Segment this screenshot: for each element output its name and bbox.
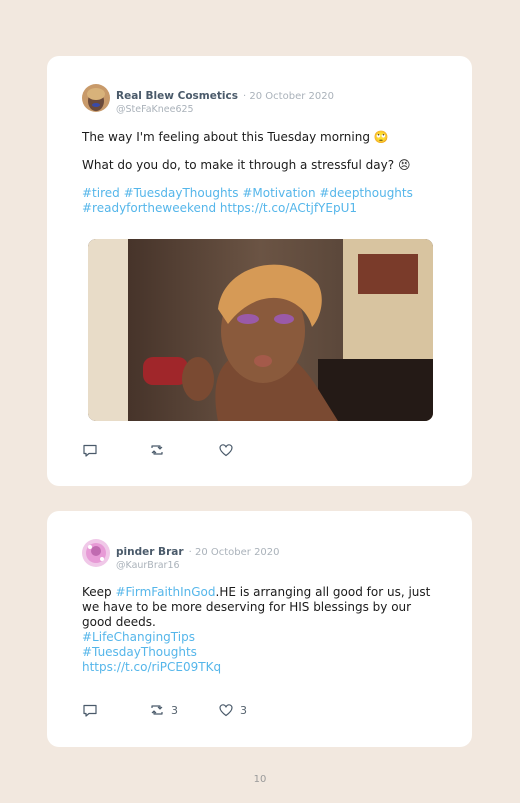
reply-icon bbox=[83, 444, 97, 457]
like-button[interactable]: 3 bbox=[218, 702, 247, 718]
reply-button[interactable] bbox=[82, 442, 104, 458]
heart-icon bbox=[219, 704, 233, 717]
like-button[interactable] bbox=[218, 442, 240, 458]
tweet-card-2: pinder Brar · 20 October 2020 @KaurBrar1… bbox=[47, 511, 472, 747]
retweet-icon bbox=[151, 705, 163, 715]
tweet-card-1: Real Blew Cosmetics · 20 October 2020 @S… bbox=[47, 56, 472, 486]
retweet-button[interactable] bbox=[149, 442, 171, 458]
hashtag-link-line[interactable]: #readyfortheweekend https://t.co/ACtjfYE… bbox=[82, 201, 432, 216]
tweet-text: Keep #FirmFaithInGod.HE is arranging all… bbox=[82, 585, 432, 675]
avatar[interactable] bbox=[82, 84, 110, 112]
retweet-button[interactable]: 3 bbox=[149, 702, 178, 718]
reply-icon bbox=[83, 704, 97, 717]
like-count: 3 bbox=[240, 703, 247, 717]
avatar[interactable] bbox=[82, 539, 110, 567]
tweet-link[interactable]: https://t.co/riPCE09TKq bbox=[82, 660, 432, 675]
author-handle[interactable]: @KaurBrar16 bbox=[116, 560, 280, 571]
hashtag-line[interactable]: #tired #TuesdayThoughts #Motivation #dee… bbox=[82, 186, 432, 201]
eye-roll-emoji: 🙄 bbox=[373, 130, 389, 144]
tweet-line: The way I'm feeling about this Tuesday m… bbox=[82, 130, 370, 144]
persevere-emoji: 😣 bbox=[397, 158, 411, 172]
tweet-text: The way I'm feeling about this Tuesday m… bbox=[82, 130, 432, 216]
hashtag[interactable]: #LifeChangingTips bbox=[82, 630, 432, 645]
author-handle[interactable]: @SteFaKnee625 bbox=[116, 104, 334, 115]
retweet-count: 3 bbox=[171, 703, 178, 717]
hashtag[interactable]: #TuesdayThoughts bbox=[82, 645, 432, 660]
tweet-text-part: Keep bbox=[82, 585, 116, 599]
reply-button[interactable] bbox=[82, 702, 104, 718]
hashtag[interactable]: #FirmFaithInGod bbox=[115, 585, 215, 599]
tweet-image[interactable] bbox=[88, 239, 433, 421]
author-name[interactable]: Real Blew Cosmetics bbox=[116, 90, 238, 102]
tweet-date: · 20 October 2020 bbox=[243, 91, 334, 102]
retweet-icon bbox=[151, 445, 163, 455]
heart-icon bbox=[219, 444, 233, 457]
page-number: 10 bbox=[253, 774, 267, 785]
tweet-line: What do you do, to make it through a str… bbox=[82, 158, 395, 172]
author-name[interactable]: pinder Brar bbox=[116, 546, 184, 558]
tweet-date: · 20 October 2020 bbox=[188, 547, 280, 558]
